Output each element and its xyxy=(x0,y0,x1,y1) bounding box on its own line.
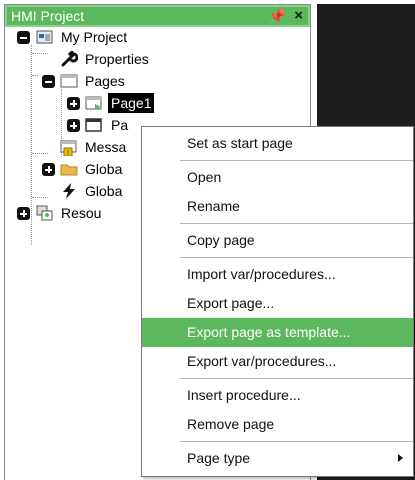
tree-item-pages[interactable]: Pages xyxy=(17,71,217,93)
lightning-icon xyxy=(60,183,78,199)
menu-item-copy-page[interactable]: Copy page xyxy=(142,226,413,255)
svg-text:!: ! xyxy=(67,150,69,156)
tree-item-properties[interactable]: Properties xyxy=(17,49,217,71)
expand-icon[interactable] xyxy=(17,207,30,220)
menu-item-rename[interactable]: Rename xyxy=(142,192,413,221)
menu-item-remove-page[interactable]: Remove page xyxy=(142,410,413,439)
menu-separator xyxy=(180,223,413,224)
menu-item-export-page-as-template[interactable]: Export page as template... xyxy=(142,318,413,347)
expand-icon[interactable] xyxy=(42,163,55,176)
start-page-icon xyxy=(85,95,103,111)
menu-item-page-type[interactable]: Page type xyxy=(142,444,413,473)
expand-icon[interactable] xyxy=(67,119,80,132)
menu-item-export-var-procedures[interactable]: Export var/procedures... xyxy=(142,347,413,376)
tree-item-label: Messa xyxy=(85,139,127,155)
tree-item-label: Resou xyxy=(61,205,102,221)
folder-icon xyxy=(60,161,78,177)
menu-separator xyxy=(180,257,413,258)
expand-icon[interactable] xyxy=(67,97,80,110)
tree-item-label: Properties xyxy=(85,51,149,67)
menu-separator xyxy=(180,160,413,161)
collapse-icon[interactable] xyxy=(17,31,30,44)
panel-title: HMI Project xyxy=(11,8,85,24)
resources-icon xyxy=(36,205,54,221)
tree-item-my-project[interactable]: My Project xyxy=(17,27,217,49)
project-icon xyxy=(36,29,54,45)
tree-item-label: Page1 xyxy=(108,93,155,113)
tree-item-label: Globa xyxy=(85,161,123,177)
wrench-icon xyxy=(60,50,79,67)
menu-separator xyxy=(180,441,413,442)
menu-item-insert-procedure[interactable]: Insert procedure... xyxy=(142,381,413,410)
pin-icon[interactable]: 📌 xyxy=(269,8,286,25)
messages-icon: ! xyxy=(60,140,78,157)
submenu-arrow-icon xyxy=(398,454,403,462)
tree-item-label: Pages xyxy=(85,73,125,89)
tree-item-label: Globa xyxy=(85,183,123,199)
menu-item-export-page[interactable]: Export page... xyxy=(142,289,413,318)
panel-titlebar: HMI Project 📌 × xyxy=(5,5,310,27)
menu-item-open[interactable]: Open xyxy=(142,163,413,192)
pages-icon xyxy=(60,73,78,89)
menu-separator xyxy=(180,378,413,379)
close-icon[interactable]: × xyxy=(294,7,303,24)
tree-item-page1[interactable]: Page1 xyxy=(17,93,217,115)
menu-item-label: Page type xyxy=(187,450,251,466)
collapse-icon[interactable] xyxy=(42,75,55,88)
menu-item-import-var-procedures[interactable]: Import var/procedures... xyxy=(142,260,413,289)
context-menu: Set as start page Open Rename Copy page … xyxy=(141,126,414,477)
tree-item-label: Pa xyxy=(111,117,129,133)
menu-item-set-start-page[interactable]: Set as start page xyxy=(142,129,413,158)
tree-item-label: My Project xyxy=(61,29,128,45)
page-icon xyxy=(85,117,103,133)
